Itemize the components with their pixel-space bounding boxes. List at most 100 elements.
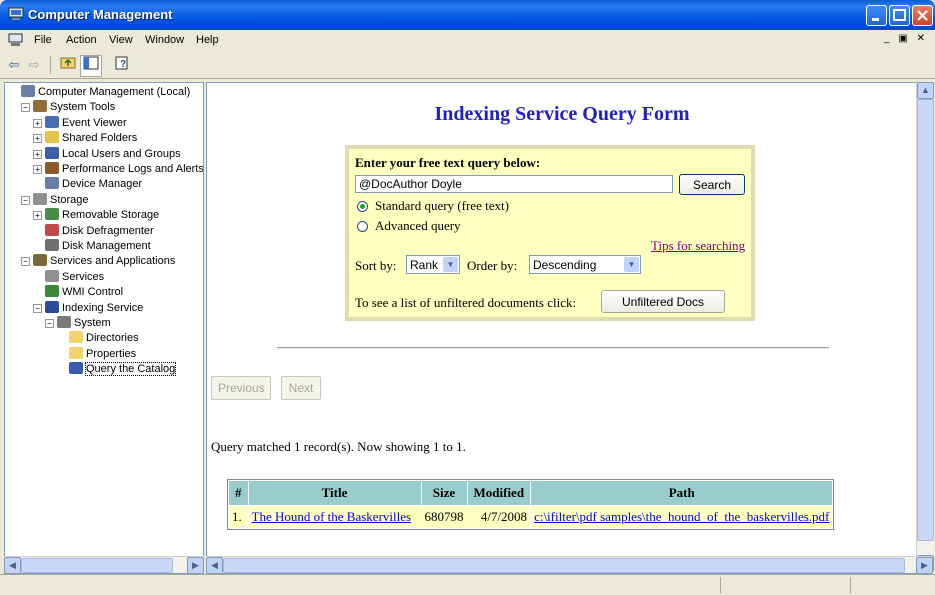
collapse-icon[interactable]: −: [21, 103, 30, 113]
vertical-scrollbar[interactable]: ▲ ▼: [916, 82, 934, 572]
scroll-thumb[interactable]: [223, 558, 905, 573]
maximize-button[interactable]: [889, 5, 910, 26]
scroll-up-icon[interactable]: ▲: [917, 82, 934, 99]
scroll-right-icon[interactable]: ▶: [187, 557, 204, 574]
order-label: Order by:: [467, 258, 518, 273]
query-prompt: Enter your free text query below:: [355, 155, 541, 170]
tree-item[interactable]: Computer Management (Local): [21, 85, 190, 100]
tree-item[interactable]: Event Viewer: [45, 115, 127, 131]
tree-item[interactable]: Directories: [69, 331, 139, 346]
standard-query-radio[interactable]: [357, 201, 368, 212]
next-button[interactable]: Next: [281, 376, 321, 400]
scroll-left-icon[interactable]: ◀: [206, 557, 223, 574]
tree-item-label: Performance Logs and Alerts: [62, 163, 204, 175]
results-table: # Title Size Modified Path 1. The Hound …: [227, 479, 835, 530]
title-link[interactable]: The Hound of the Baskervilles: [252, 509, 412, 524]
menu-action[interactable]: Action: [66, 34, 97, 46]
computer-icon: [21, 85, 35, 97]
tree-item[interactable]: Disk Defragmenter: [45, 223, 154, 239]
tree-item[interactable]: Removable Storage: [45, 208, 159, 223]
tree-item[interactable]: Device Manager: [45, 177, 142, 192]
folder-icon: [69, 331, 83, 344]
table-header-row: # Title Size Modified Path: [229, 481, 833, 505]
collapse-icon[interactable]: −: [33, 303, 42, 313]
expand-icon[interactable]: +: [33, 149, 42, 159]
scroll-thumb[interactable]: [21, 558, 173, 573]
sort-select[interactable]: Rank ▼: [406, 255, 460, 274]
status-divider: [720, 577, 721, 593]
back-arrow-icon[interactable]: ⇦: [4, 55, 24, 75]
tree-item[interactable]: System: [57, 316, 111, 331]
row-path-cell: c:\ifilter\pdf samples\the_hound_of_the_…: [531, 506, 833, 528]
device-manager-icon: [45, 177, 59, 190]
tree-item[interactable]: Disk Management: [45, 239, 151, 254]
tree-item[interactable]: Indexing Service: [45, 300, 143, 316]
expand-icon[interactable]: +: [33, 134, 42, 144]
tree-item[interactable]: Properties: [69, 346, 137, 362]
menu-window[interactable]: Window: [145, 34, 184, 46]
tree-item[interactable]: Performance Logs and Alerts: [45, 162, 204, 177]
forward-arrow-icon[interactable]: ⇨: [24, 55, 44, 75]
tips-link[interactable]: Tips for searching: [651, 238, 745, 254]
query-form-pane: Indexing Service Query Form Enter your f…: [206, 82, 918, 574]
path-link[interactable]: c:\ifilter\pdf samples\the_hound_of_the_…: [534, 509, 829, 524]
divider: [277, 347, 829, 349]
tree-item[interactable]: Query the Catalog: [69, 362, 177, 377]
mdi-controls[interactable]: _ ▣ ✕: [884, 33, 930, 48]
tree-item[interactable]: WMI Control: [45, 285, 123, 300]
expand-icon[interactable]: +: [33, 165, 42, 174]
column-header: Size: [421, 481, 467, 505]
collapse-icon[interactable]: −: [21, 257, 30, 267]
services-icon: [45, 269, 59, 282]
tree-item[interactable]: Local Users and Groups: [45, 146, 181, 162]
help-icon[interactable]: ?: [112, 55, 132, 75]
table-row: 1. The Hound of the Baskervilles 680798 …: [229, 506, 833, 528]
unfiltered-text: To see a list of unfiltered documents cl…: [355, 295, 577, 310]
collapse-icon[interactable]: −: [45, 319, 54, 328]
tree-item-label: Storage: [50, 193, 89, 206]
result-summary: Query matched 1 record(s). Now showing 1…: [211, 439, 466, 454]
close-button[interactable]: [912, 5, 933, 26]
unfiltered-docs-button[interactable]: Unfiltered Docs: [601, 290, 725, 313]
tree-horizontal-scrollbar[interactable]: ◀ ▶: [4, 556, 204, 574]
users-icon: [45, 146, 59, 159]
dropdown-arrow-icon: ▼: [624, 257, 639, 272]
tree-item[interactable]: Services: [45, 269, 104, 285]
scroll-right-icon[interactable]: ▶: [916, 557, 933, 574]
console-tree[interactable]: Computer Management (Local) − System Tools…: [4, 82, 204, 574]
expand-icon[interactable]: +: [33, 118, 42, 128]
scroll-thumb[interactable]: [917, 99, 934, 541]
tree-item[interactable]: Shared Folders: [45, 131, 137, 146]
scroll-left-icon[interactable]: ◀: [4, 557, 21, 574]
content-horizontal-scrollbar[interactable]: ◀ ▶: [206, 556, 933, 574]
previous-button[interactable]: Previous: [211, 376, 271, 400]
window-title: Computer Management: [28, 7, 173, 22]
tree-item[interactable]: System Tools: [33, 100, 115, 115]
services-apps-icon: [33, 254, 47, 267]
advanced-query-label: Advanced query: [375, 218, 461, 233]
storage-icon: [33, 192, 47, 205]
tree-item-label: Properties: [86, 347, 137, 360]
order-select[interactable]: Descending ▼: [529, 255, 641, 274]
dropdown-arrow-icon: ▼: [443, 257, 458, 272]
up-folder-icon[interactable]: [58, 55, 78, 75]
search-button[interactable]: Search: [679, 174, 745, 195]
tree-item[interactable]: Services and Applications: [33, 254, 175, 269]
shared-folder-icon: [45, 131, 59, 144]
column-header: Title: [248, 481, 421, 505]
query-input[interactable]: [355, 175, 673, 193]
advanced-query-radio[interactable]: [357, 221, 368, 232]
order-value: Descending: [533, 258, 597, 272]
menu-file[interactable]: File: [34, 34, 52, 46]
mmc-menu-icon[interactable]: [8, 33, 23, 47]
show-hide-tree-icon[interactable]: [80, 55, 102, 77]
tree-item[interactable]: Storage: [33, 192, 89, 208]
tree-item-label: Directories: [86, 332, 139, 345]
expand-icon[interactable]: +: [33, 211, 42, 221]
title-bar[interactable]: Computer Management: [0, 0, 935, 30]
menu-help[interactable]: Help: [196, 34, 219, 46]
tree-item-label: System: [74, 317, 111, 329]
collapse-icon[interactable]: −: [21, 195, 30, 205]
minimize-button[interactable]: [866, 5, 887, 26]
menu-view[interactable]: View: [109, 34, 133, 46]
